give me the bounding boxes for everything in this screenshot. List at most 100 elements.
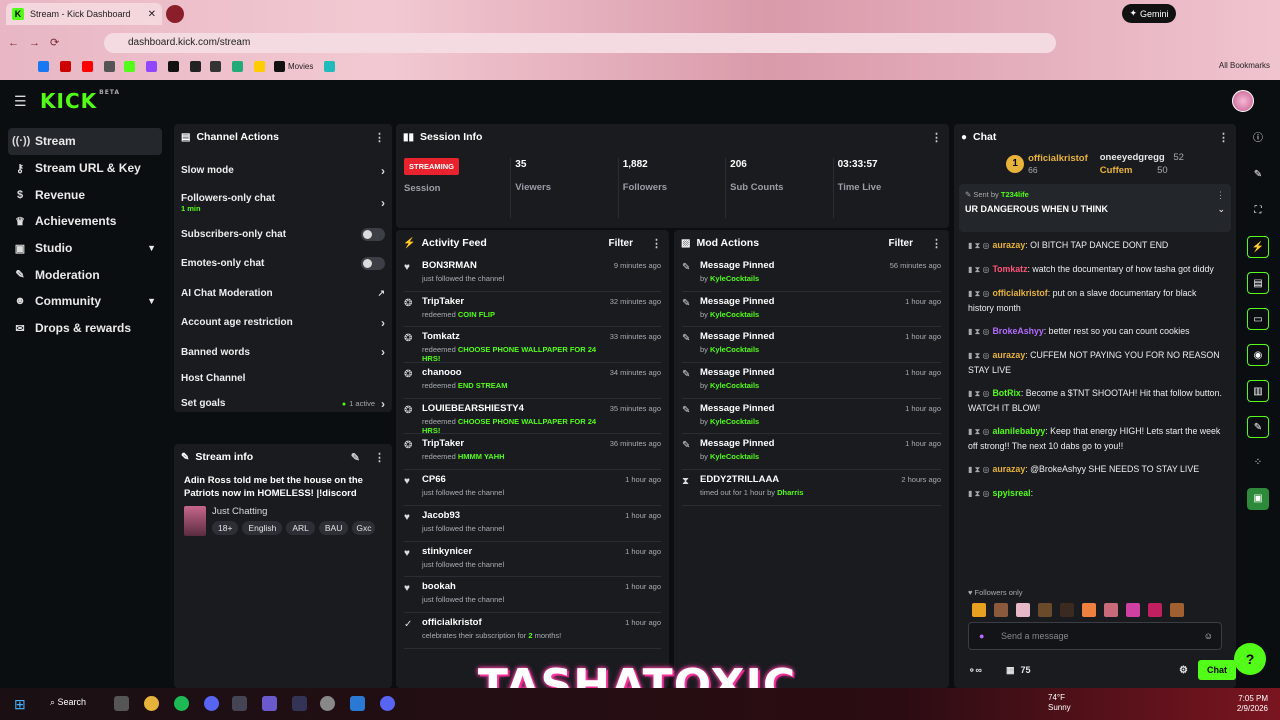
facebook-icon[interactable]	[38, 61, 49, 72]
sidebar-item-studio[interactable]: ▣ Studio ▼	[0, 235, 170, 262]
close-tab-icon[interactable]: ✕	[148, 9, 156, 20]
emote[interactable]	[1082, 603, 1096, 617]
chat-message[interactable]: ▮ ⧗ ◎ Tomkatz: watch the documentary of h…	[968, 262, 1222, 277]
all-bookmarks[interactable]: All Bookmarks	[1219, 61, 1270, 70]
more-icon[interactable]: ⋮	[374, 451, 385, 464]
channel-points[interactable]: 75	[1020, 665, 1030, 675]
kick-logo[interactable]: KICK BETA	[40, 89, 120, 113]
chevron-down-icon[interactable]: ⌄	[1217, 204, 1225, 215]
edit-icon[interactable]: ✎	[351, 451, 360, 464]
tiktok-icon[interactable]	[190, 61, 201, 72]
banned-words-row[interactable]: Banned words ›	[174, 338, 392, 368]
activity-username[interactable]: bookah	[422, 581, 625, 592]
emoji-icon[interactable]: ☺	[1204, 623, 1213, 649]
taskbar-search[interactable]: ⌕ Search	[50, 697, 86, 708]
emotes-only-toggle[interactable]	[361, 257, 385, 271]
emote[interactable]	[1060, 603, 1074, 617]
edit-icon[interactable]: ✎	[1247, 164, 1269, 186]
spotify-icon[interactable]	[174, 696, 189, 711]
mod-tools-icon[interactable]: ▮ ⧗ ◎	[968, 489, 989, 498]
activity-item[interactable]: ♥ bookah just followed the channel 1 hour a…	[404, 577, 661, 613]
weather-widget[interactable]: 74°F Sunny	[1048, 693, 1071, 713]
info-icon[interactable]: ⓘ	[1247, 128, 1269, 150]
app-icon[interactable]	[232, 696, 247, 711]
slow-mode-row[interactable]: Slow mode ›	[174, 156, 392, 186]
activity-item[interactable]: ❂ chanooo redeemed END STREAM 34 minutes ag…	[404, 363, 661, 399]
mod-tools-icon[interactable]: ▮ ⧗ ◎	[968, 427, 989, 436]
filter-button[interactable]: Filter	[889, 238, 913, 249]
mod-tools-icon[interactable]: ▮ ⧗ ◎	[968, 351, 989, 360]
chat-username[interactable]: spyisreal	[992, 488, 1030, 498]
notepad-icon[interactable]	[350, 696, 365, 711]
activity-username[interactable]: officialkristof	[422, 617, 625, 628]
community-icon[interactable]: ⚬∞	[968, 665, 982, 676]
tag-chip[interactable]: 18+	[212, 521, 239, 535]
obs-icon[interactable]	[320, 696, 335, 711]
activity-item[interactable]: ❂ TripTaker redeemed COIN FLIP 32 minutes a…	[404, 292, 661, 328]
activity-username[interactable]: chanooo	[422, 367, 610, 378]
chat-bubble-icon[interactable]: ▭	[1247, 308, 1269, 330]
bookmark-icon[interactable]	[104, 61, 115, 72]
help-icon[interactable]: ?	[1234, 643, 1266, 675]
mod-action-item[interactable]: ✎ Message Pinned by KyleCocktails 56 minute…	[682, 256, 941, 292]
sidebar-item-community[interactable]: ☻ Community ▼	[0, 288, 170, 315]
fullscreen-icon[interactable]: ⛶	[1247, 200, 1269, 222]
chrome-icon[interactable]	[144, 696, 159, 711]
sidebar-item-achievements[interactable]: ♛ Achievements	[0, 208, 170, 235]
bookmark-icon[interactable]	[324, 61, 335, 72]
mod-tools-icon[interactable]: ▮ ⧗ ◎	[968, 265, 989, 274]
pinned-message[interactable]: ✎ Sent by T234life ⋮ UR DANGEROUS WHEN U …	[959, 184, 1231, 232]
taskview-icon[interactable]	[114, 696, 129, 711]
new-tab-button[interactable]	[166, 5, 184, 23]
followers-only-row[interactable]: Followers-only chat 1 min ›	[174, 186, 392, 220]
tag-chip[interactable]: English	[242, 521, 283, 535]
activity-username[interactable]: BON3RMAN	[422, 260, 614, 271]
app-icon[interactable]	[262, 696, 277, 711]
activity-username[interactable]: LOUIEBEARSHIESTY4	[422, 403, 610, 414]
activity-item[interactable]: ❂ TripTaker redeemed HMMM YAHH 36 minutes a…	[404, 434, 661, 471]
system-clock[interactable]: 7:05 PM 2/9/2026	[1237, 694, 1268, 714]
chat-message[interactable]: ▮ ⧗ ◎ aurazay: @BrokeAshyy SHE NEEDS TO S…	[968, 462, 1222, 477]
chat-username[interactable]: Tomkatz	[992, 264, 1027, 274]
activity-username[interactable]: stinkynicer	[422, 546, 625, 557]
emote[interactable]	[1126, 603, 1140, 617]
gemini-button[interactable]: ✦ Gemini	[1122, 4, 1176, 23]
discord-icon[interactable]	[204, 696, 219, 711]
chat-message[interactable]: ▮ ⧗ ◎ aurazay: OI BITCH TAP DANCE DONT EN…	[968, 238, 1222, 253]
mod-action-item[interactable]: ✎ Message Pinned by KyleCocktails 1 hour ag…	[682, 434, 941, 471]
youtube-icon[interactable]	[82, 61, 93, 72]
host-channel-row[interactable]: Host Channel	[174, 367, 392, 389]
pin-author[interactable]: T234life	[1001, 190, 1029, 199]
mod-action-item[interactable]: ✎ Message Pinned by KyleCocktails 1 hour ag…	[682, 327, 941, 364]
chat-username[interactable]: aurazay	[992, 350, 1025, 360]
bookmark-icon[interactable]	[232, 61, 243, 72]
more-icon[interactable]: ⋮	[931, 237, 942, 250]
tag-chip[interactable]: ARL	[286, 521, 315, 535]
activity-username[interactable]: TripTaker	[422, 296, 610, 307]
moderator-name[interactable]: KyleCocktails	[710, 345, 759, 354]
activity-username[interactable]: Jacob93	[422, 510, 625, 521]
activity-username[interactable]: CP66	[422, 474, 625, 485]
ai-moderation-row[interactable]: AI Chat Moderation ↗	[174, 279, 392, 309]
emote[interactable]	[1038, 603, 1052, 617]
mic-icon[interactable]: ●	[979, 623, 984, 649]
more-icon[interactable]: ⋮	[931, 131, 942, 144]
sidebar-item-revenue[interactable]: $ Revenue	[0, 181, 170, 208]
tag-chip[interactable]: BAU	[318, 521, 349, 535]
leader-first[interactable]: 1 officialkristof 66	[1006, 152, 1088, 176]
nav-buttons[interactable]: ←→⟳	[8, 36, 69, 49]
category-name[interactable]: Just Chatting	[212, 506, 375, 517]
bookmark-icon[interactable]	[210, 61, 221, 72]
tag-chip[interactable]: Gxc	[352, 521, 376, 535]
moderator-name[interactable]: KyleCocktails	[710, 381, 759, 390]
movies-icon[interactable]	[274, 61, 285, 72]
chat-message[interactable]: ▮ ⧗ ◎ officialkristof: put on a slave doc…	[968, 286, 1222, 315]
browser-tab[interactable]: K Stream - Kick Dashboard ✕	[6, 3, 162, 25]
chat-username[interactable]: aurazay	[992, 464, 1025, 474]
gear-icon[interactable]: ⚙	[1179, 665, 1188, 676]
moderator-name[interactable]: KyleCocktails	[710, 310, 759, 319]
activity-item[interactable]: ❂ LOUIEBEARSHIESTY4 redeemed CHOOSE PHONE …	[404, 399, 661, 435]
chat-message[interactable]: ▮ ⧗ ◎ spyisreal:	[968, 486, 1222, 501]
moderator-name[interactable]: KyleCocktails	[710, 274, 759, 283]
leader-name[interactable]: Cuffem	[1100, 165, 1133, 176]
